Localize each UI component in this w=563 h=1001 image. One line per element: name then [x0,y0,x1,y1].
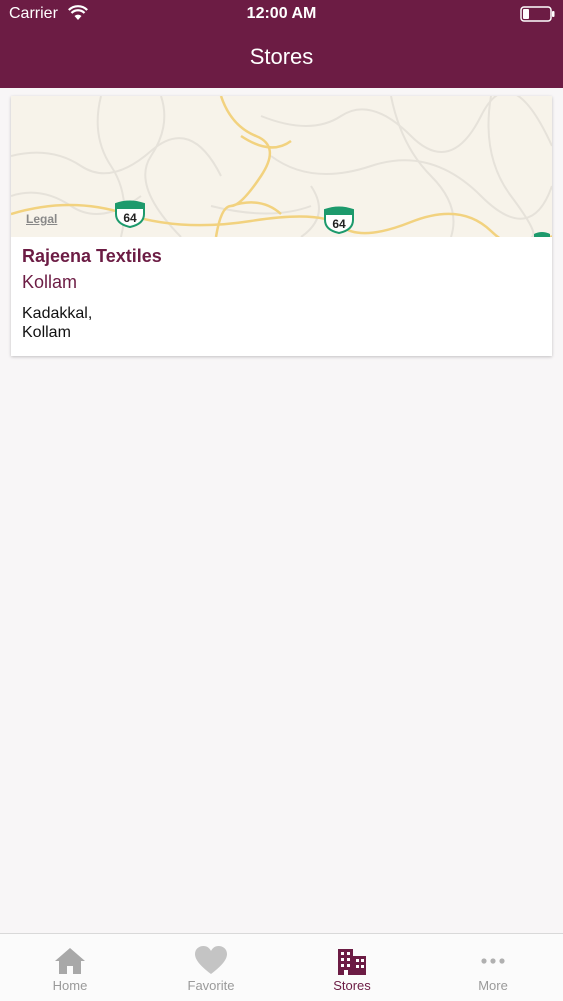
page-title: Stores [249,44,314,69]
store-map[interactable]: 64 64 Legal [11,96,552,237]
heart-icon [195,946,227,974]
highway-shield-icon [534,232,550,237]
highway-shield-number: 64 [332,217,346,231]
store-card[interactable]: 64 64 Legal Rajeena Textiles Kollam Kada… [11,96,552,356]
tab-stores[interactable]: Stores [282,934,422,1001]
status-time: 12:00 AM [246,5,317,22]
store-city: Kollam [22,272,78,292]
tab-label: Stores [333,978,371,993]
status-bar: Carrier 12:00 AM [0,0,563,30]
tab-label: Favorite [187,978,235,993]
more-dots-icon [481,958,505,964]
store-address: Kadakkal, Kollam [22,304,92,342]
app-header: Carrier 12:00 AM Stores [0,0,563,88]
tab-bar: Home Favorite Stores More [0,933,563,1001]
tab-label: Home [52,978,88,993]
home-icon [55,948,85,974]
building-icon [338,949,366,975]
tab-home[interactable]: Home [0,934,140,1001]
highway-shield-icon: 64 [324,206,354,234]
address-line: Kollam [22,324,71,341]
map-roads [11,96,552,237]
highway-shield-icon: 64 [115,200,145,228]
map-legal-link[interactable]: Legal [26,212,57,226]
highway-shield-number: 64 [123,211,137,225]
tab-label: More [478,978,508,993]
battery-icon [520,6,555,22]
address-line: Kadakkal, [22,305,93,322]
tab-favorite[interactable]: Favorite [141,934,281,1001]
store-name: Rajeena Textiles [22,246,162,266]
tab-more[interactable]: More [423,934,563,1001]
